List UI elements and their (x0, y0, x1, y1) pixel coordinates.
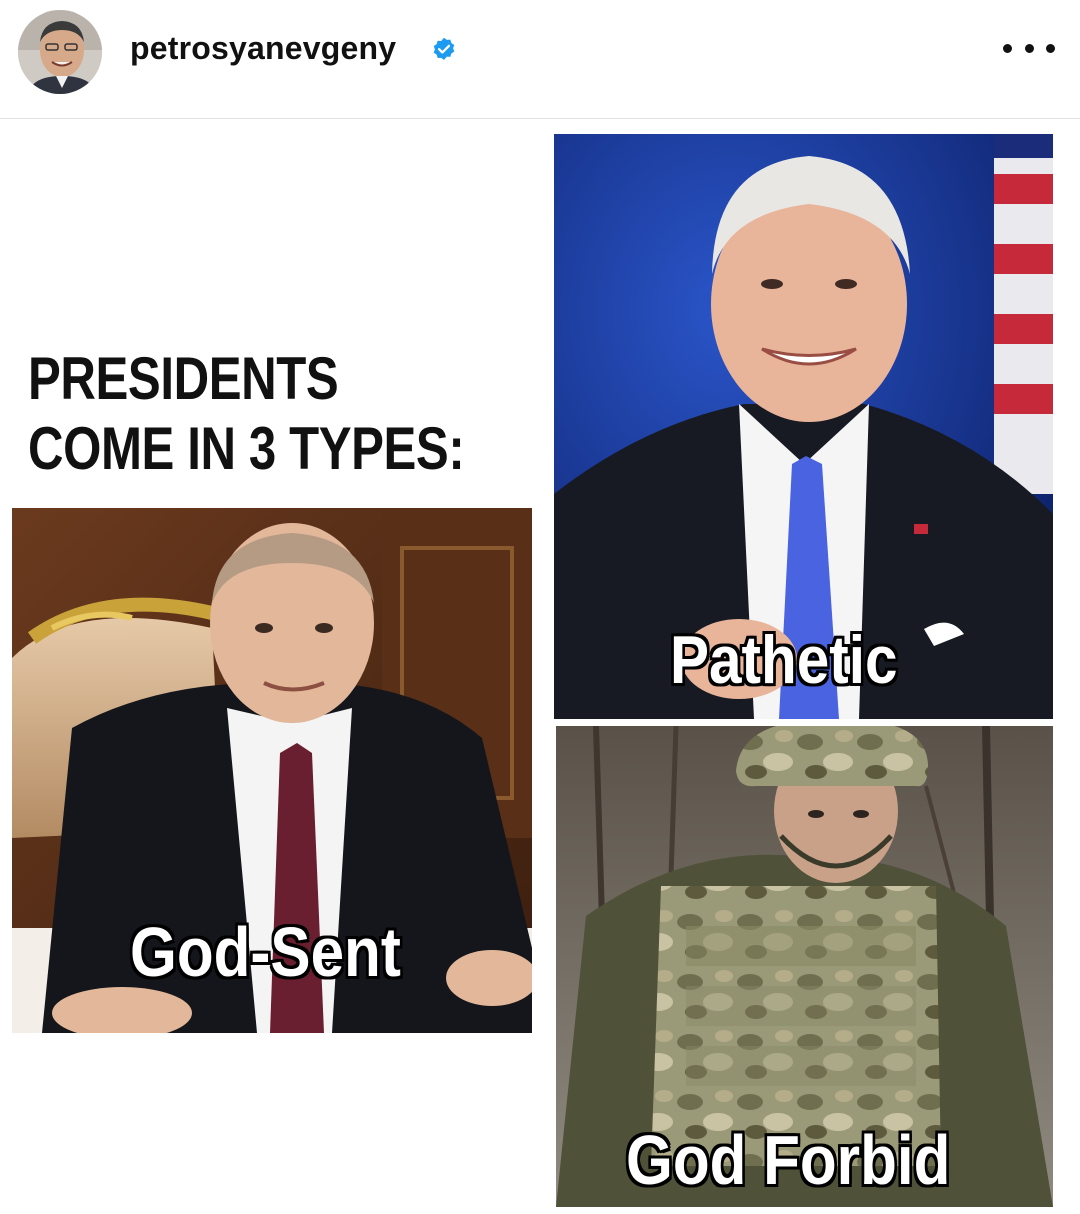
verified-badge-icon (433, 37, 455, 60)
caption-pathetic: Pathetic (670, 622, 898, 698)
dot (1003, 43, 1012, 53)
more-options-icon[interactable] (1003, 34, 1055, 62)
meme-heading-line2: COME IN 3 TYPES: (28, 415, 465, 482)
username[interactable]: petrosyanevgeny (130, 30, 396, 67)
avatar-image (18, 10, 102, 94)
meme-heading-line1: PRESIDENTS (28, 345, 339, 412)
dot (1046, 43, 1055, 53)
meme-heading: PRESIDENTS COME IN 3 TYPES: (28, 344, 465, 484)
post-header: petrosyanevgeny (0, 0, 1080, 119)
dot (1024, 43, 1034, 53)
caption-god-forbid: God Forbid (626, 1121, 951, 1199)
caption-god-sent: God-Sent (130, 913, 401, 991)
avatar[interactable] (18, 10, 102, 94)
